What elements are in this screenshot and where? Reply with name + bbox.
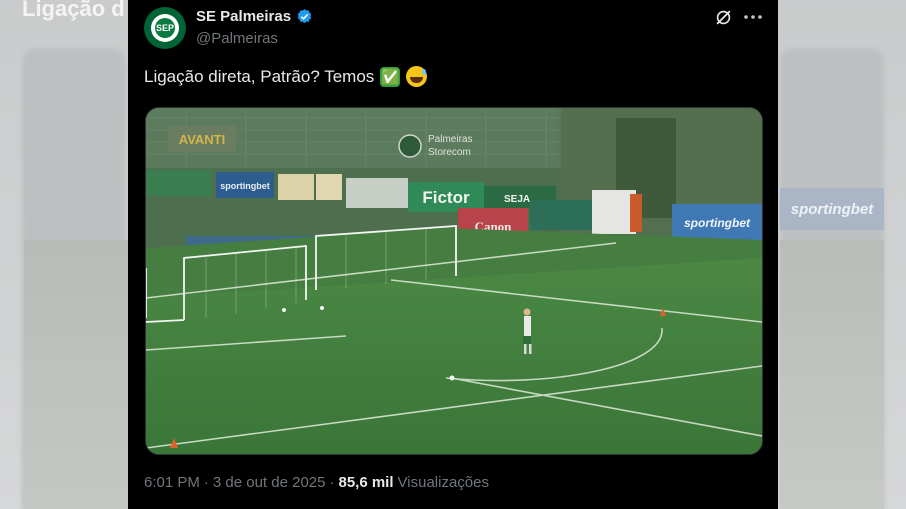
background-title: Ligação d xyxy=(22,0,125,21)
ad-palmeiras-store-line2: Storecom xyxy=(428,147,471,158)
ad-avanti: AVANTI xyxy=(179,132,225,147)
tweet-media-video[interactable]: AVANTI Palmeiras Storecom sportingbet Fi… xyxy=(145,107,763,455)
tweet-card[interactable]: SEP SE Palmeiras @Palmeiras Ligação dire… xyxy=(128,0,778,509)
ad-seja: SEJA xyxy=(504,194,530,205)
display-name[interactable]: SE Palmeiras xyxy=(196,8,313,25)
avatar-ring: SEP xyxy=(151,14,179,42)
tweet-text-body: Ligação direta, Patrão? Temos xyxy=(144,66,375,86)
grok-icon[interactable] xyxy=(712,6,734,28)
ad-fictor: Fictor xyxy=(422,188,470,207)
background-sign-right: sportingbet xyxy=(780,188,884,230)
ad-palmeiras-store-line1: Palmeiras xyxy=(428,134,472,145)
pitch-scene: AVANTI Palmeiras Storecom sportingbet Fi… xyxy=(146,108,762,454)
tweet-meta: 6:01 PM · 3 de out de 2025 · 85,6 mil Vi… xyxy=(144,474,489,491)
check-mark-emoji-icon: ✅ xyxy=(380,66,401,87)
more-icon[interactable] xyxy=(742,6,764,28)
background-field-left xyxy=(24,240,128,509)
avatar-crest: SEP xyxy=(155,18,175,38)
verified-badge-icon[interactable] xyxy=(296,8,313,25)
avatar[interactable]: SEP xyxy=(144,7,186,49)
meta-separator: · xyxy=(329,474,335,491)
laughing-sweat-emoji-icon xyxy=(406,66,428,87)
ad-sportingbet-upper: sportingbet xyxy=(220,181,270,191)
views-count: 85,6 mil xyxy=(338,474,394,491)
tweet-text: Ligação direta, Patrão? Temos ✅ xyxy=(144,66,428,87)
views-label: Visualizações xyxy=(397,474,489,491)
meta-separator: · xyxy=(203,474,209,491)
user-handle[interactable]: @Palmeiras xyxy=(196,30,278,47)
ad-sportingbet-right: sportingbet xyxy=(684,216,751,230)
display-name-text: SE Palmeiras xyxy=(196,8,292,25)
tweet-time[interactable]: 6:01 PM xyxy=(144,474,200,491)
background-field-right xyxy=(780,240,884,509)
tweet-date[interactable]: 3 de out de 2025 xyxy=(213,474,326,491)
